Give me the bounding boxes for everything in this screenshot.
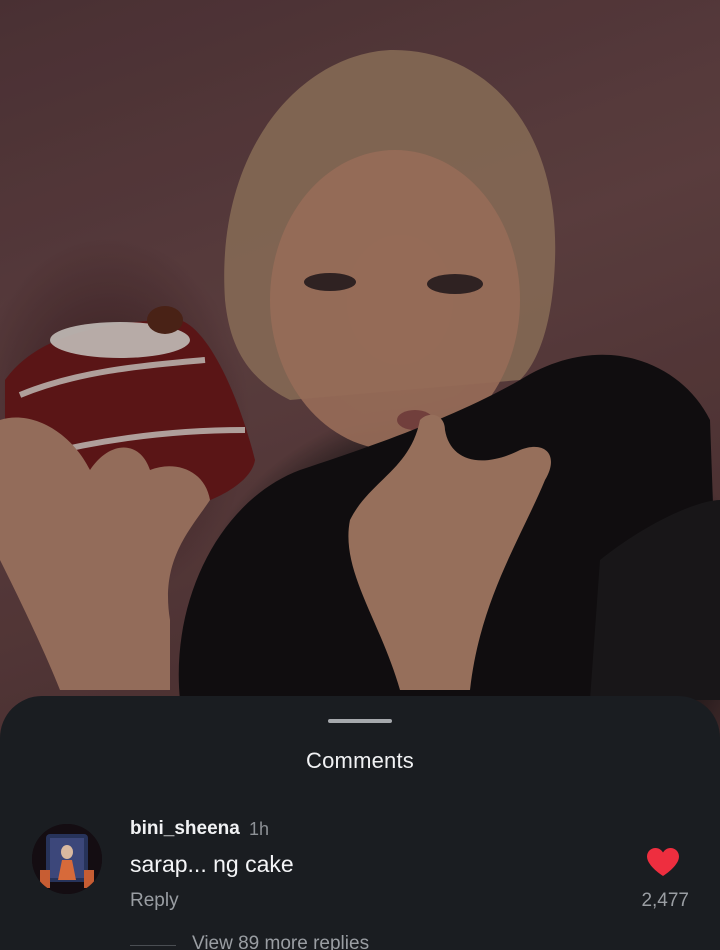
reply-button[interactable]: Reply bbox=[130, 890, 179, 912]
like-button[interactable] bbox=[646, 847, 680, 877]
comments-title: Comments bbox=[306, 748, 414, 773]
drag-handle[interactable] bbox=[328, 719, 392, 723]
avatar[interactable] bbox=[32, 824, 102, 894]
heart-icon bbox=[647, 848, 679, 876]
replies-divider bbox=[130, 945, 176, 946]
comments-sheet: Comments bini_sheena 1h sarap... ng cake… bbox=[0, 696, 720, 950]
screen: Comments bini_sheena 1h sarap... ng cake… bbox=[0, 0, 720, 950]
comment-text: sarap... ng cake bbox=[130, 851, 294, 877]
comment-username[interactable]: bini_sheena bbox=[130, 818, 240, 840]
avatar-image bbox=[32, 824, 102, 894]
comment-timestamp: 1h bbox=[249, 819, 270, 839]
view-replies-link[interactable]: View 89 more replies bbox=[192, 933, 369, 950]
like-count: 2,477 bbox=[641, 890, 689, 911]
